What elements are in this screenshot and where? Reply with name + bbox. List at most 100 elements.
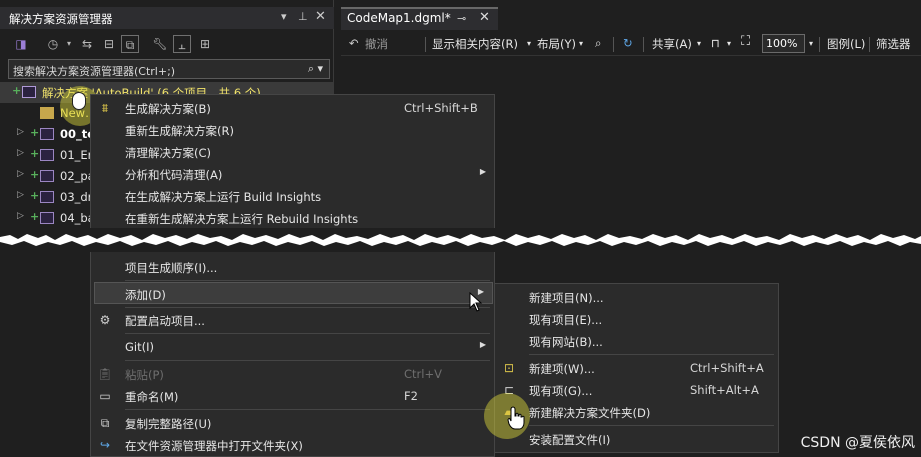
menu-item-label: 现有网站(B)... xyxy=(529,335,603,349)
properties-wrench-icon[interactable]: 🔧︎ xyxy=(151,35,169,53)
add-marker-icon: + xyxy=(30,189,40,202)
menu-item-build-solution[interactable]: ⩩ 生成解决方案(B) Ctrl+Shift+B xyxy=(91,97,494,119)
share-button[interactable]: 共享(A) xyxy=(652,36,692,52)
vs-switch-icon[interactable]: ◨ xyxy=(12,35,30,53)
zoom-select[interactable]: 100% xyxy=(762,34,805,53)
submenu-item-existing-item[interactable]: ⊏ 现有项(G)... Shift+Alt+A xyxy=(495,379,778,401)
search-icon[interactable]: ⌕ ▾ xyxy=(308,62,323,76)
comment-icon[interactable]: ⊓ xyxy=(711,36,720,50)
separator xyxy=(869,37,870,52)
menu-item-rebuild-insights[interactable]: 在重新生成解决方案上运行 Rebuild Insights xyxy=(91,207,494,229)
project-icon xyxy=(40,149,54,161)
preview-icon[interactable]: ⫠ xyxy=(173,35,191,53)
pin-icon[interactable]: ⊸ xyxy=(457,12,466,25)
menu-item-open-folder[interactable]: ↪ 在文件资源管理器中打开文件夹(X) xyxy=(91,434,494,456)
menu-item-paste: 📋︎ 粘贴(P) Ctrl+V xyxy=(91,363,494,385)
watermark: CSDN @夏侯依风 xyxy=(800,435,915,451)
submenu-item-install-config[interactable]: 安装配置文件(I) xyxy=(495,428,778,450)
menu-item-configure-startup[interactable]: ⚙ 配置启动项目... xyxy=(91,309,494,331)
add-marker-icon: + xyxy=(12,84,22,97)
chevron-down-icon[interactable]: ▾ xyxy=(697,39,701,48)
chevron-right-icon[interactable]: ▷ xyxy=(17,211,24,221)
search-input[interactable]: 搜索解决方案资源管理器(Ctrl+;) xyxy=(13,63,175,79)
chevron-down-icon[interactable]: ▾ xyxy=(527,39,531,48)
sync-icon[interactable]: ⇆ xyxy=(78,35,96,53)
legend-button[interactable]: 图例(L) xyxy=(827,36,865,52)
chevron-right-icon[interactable]: ▷ xyxy=(17,148,24,158)
copy-icon: ⧉ xyxy=(100,416,110,430)
menu-item-clean-solution[interactable]: 清理解决方案(C) xyxy=(91,141,494,163)
filter-button[interactable]: 筛选器 xyxy=(876,36,911,52)
folder-icon xyxy=(40,107,54,119)
show-related-button[interactable]: 显示相关内容(R) xyxy=(432,36,518,52)
gear-icon: ⚙ xyxy=(99,313,111,327)
layout-button[interactable]: 布局(Y) xyxy=(537,36,576,52)
chevron-down-icon[interactable]: ▾ xyxy=(60,35,78,53)
collapse-all-icon[interactable]: ⊟ xyxy=(100,35,118,53)
show-all-files-icon[interactable]: ⧉ xyxy=(121,35,139,53)
dropdown-icon[interactable]: ▾ xyxy=(281,10,287,23)
submenu-item-new-project[interactable]: 新建项目(N)... xyxy=(495,286,778,308)
menu-item-copy-path[interactable]: ⧉ 复制完整路径(U) xyxy=(91,412,494,434)
menu-separator xyxy=(529,425,774,426)
solution-explorer-search[interactable]: 搜索解决方案资源管理器(Ctrl+;) ⌕ ▾ xyxy=(8,59,330,79)
submenu-item-existing-project[interactable]: 现有项目(E)... xyxy=(495,308,778,330)
menu-item-shortcut: F2 xyxy=(404,389,418,403)
close-icon[interactable]: ✕ xyxy=(479,10,490,25)
solution-explorer-toolbar: ◨ ◷ ▾ ⇆ ⊟ ⧉ 🔧︎ ⫠ ⊞ xyxy=(0,31,334,57)
menu-item-label: 生成解决方案(B) xyxy=(125,102,211,116)
torn-edge-divider xyxy=(0,228,921,252)
menu-item-rebuild-solution[interactable]: 重新生成解决方案(R) xyxy=(91,119,494,141)
search-related-icon[interactable]: ⌕ xyxy=(595,36,601,51)
chevron-down-icon[interactable]: ▾ xyxy=(727,39,731,48)
menu-item-shortcut: Ctrl+Shift+A xyxy=(690,361,764,375)
submenu-item-new-item[interactable]: ⊡ 新建项(W)... Ctrl+Shift+A xyxy=(495,357,778,379)
menu-separator xyxy=(125,409,490,410)
chevron-down-icon[interactable]: ▾ xyxy=(579,39,583,48)
editor-toolbar: ↶ 撤消 显示相关内容(R) ▾ 布局(Y) ▾ ⌕ ↻ 共享(A) ▾ ⊓ ▾… xyxy=(341,32,921,56)
tree-item-label: 03_dr xyxy=(60,190,93,204)
refresh-icon[interactable]: ↻ xyxy=(623,36,633,50)
class-view-icon[interactable]: ⊞ xyxy=(196,35,214,53)
menu-item-analyze-cleanup[interactable]: 分析和代码清理(A) ▶ xyxy=(91,163,494,185)
paste-icon: 📋︎ xyxy=(97,367,113,381)
open-folder-icon: ↪ xyxy=(99,438,111,452)
menu-item-label: 新建项(W)... xyxy=(529,362,595,376)
menu-item-add[interactable]: 添加(D) ▶ xyxy=(94,282,493,304)
chevron-right-icon[interactable]: ▷ xyxy=(17,190,24,200)
chevron-down-icon[interactable]: ▾ xyxy=(809,39,813,48)
chevron-right-icon[interactable]: ▷ xyxy=(17,127,24,137)
menu-separator xyxy=(125,307,490,308)
zoom-to-fit-icon[interactable]: ⛶ xyxy=(741,34,750,49)
project-icon xyxy=(40,212,54,224)
menu-item-git[interactable]: Git(I) ▶ xyxy=(91,336,494,358)
chevron-right-icon: ▶ xyxy=(479,167,486,176)
separator xyxy=(425,37,426,52)
submenu-item-existing-website[interactable]: 现有网站(B)... xyxy=(495,330,778,352)
menu-item-build-insights[interactable]: 在生成解决方案上运行 Build Insights xyxy=(91,185,494,207)
pin-icon[interactable]: ⊥ xyxy=(298,10,308,23)
context-menu-continued: 项目生成顺序(I)... 添加(D) ▶ ⚙ 配置启动项目... Git(I) … xyxy=(90,252,495,457)
menu-item-label: 清理解决方案(C) xyxy=(125,146,212,160)
menu-separator xyxy=(125,280,490,281)
undo-button[interactable]: 撤消 xyxy=(365,36,388,52)
chevron-right-icon[interactable]: ▷ xyxy=(17,169,24,179)
add-marker-icon: + xyxy=(30,126,40,139)
menu-item-shortcut: Ctrl+Shift+B xyxy=(404,101,478,115)
project-icon xyxy=(40,191,54,203)
menu-item-build-order[interactable]: 项目生成顺序(I)... xyxy=(91,256,494,278)
add-marker-icon: + xyxy=(30,210,40,223)
tab-title: CodeMap1.dgml* xyxy=(347,11,451,25)
menu-item-rename[interactable]: ▭ 重命名(M) F2 xyxy=(91,385,494,407)
menu-item-label: 在生成解决方案上运行 Build Insights xyxy=(125,190,322,204)
menu-item-label: Git(I) xyxy=(125,340,154,354)
editor-tab[interactable]: CodeMap1.dgml* ⊸ ✕ xyxy=(341,7,498,30)
menu-item-label: 安装配置文件(I) xyxy=(529,433,611,447)
close-icon[interactable]: ✕ xyxy=(315,9,326,24)
tree-item-label: 01_Er xyxy=(60,148,93,162)
hand-cursor-icon xyxy=(507,406,525,430)
menu-item-label: 现有项目(E)... xyxy=(529,313,603,327)
submenu-item-new-solution-folder[interactable]: ▰ 新建解决方案文件夹(D) xyxy=(495,401,778,423)
undo-icon[interactable]: ↶ xyxy=(349,36,359,50)
menu-item-label: 重新生成解决方案(R) xyxy=(125,124,234,138)
